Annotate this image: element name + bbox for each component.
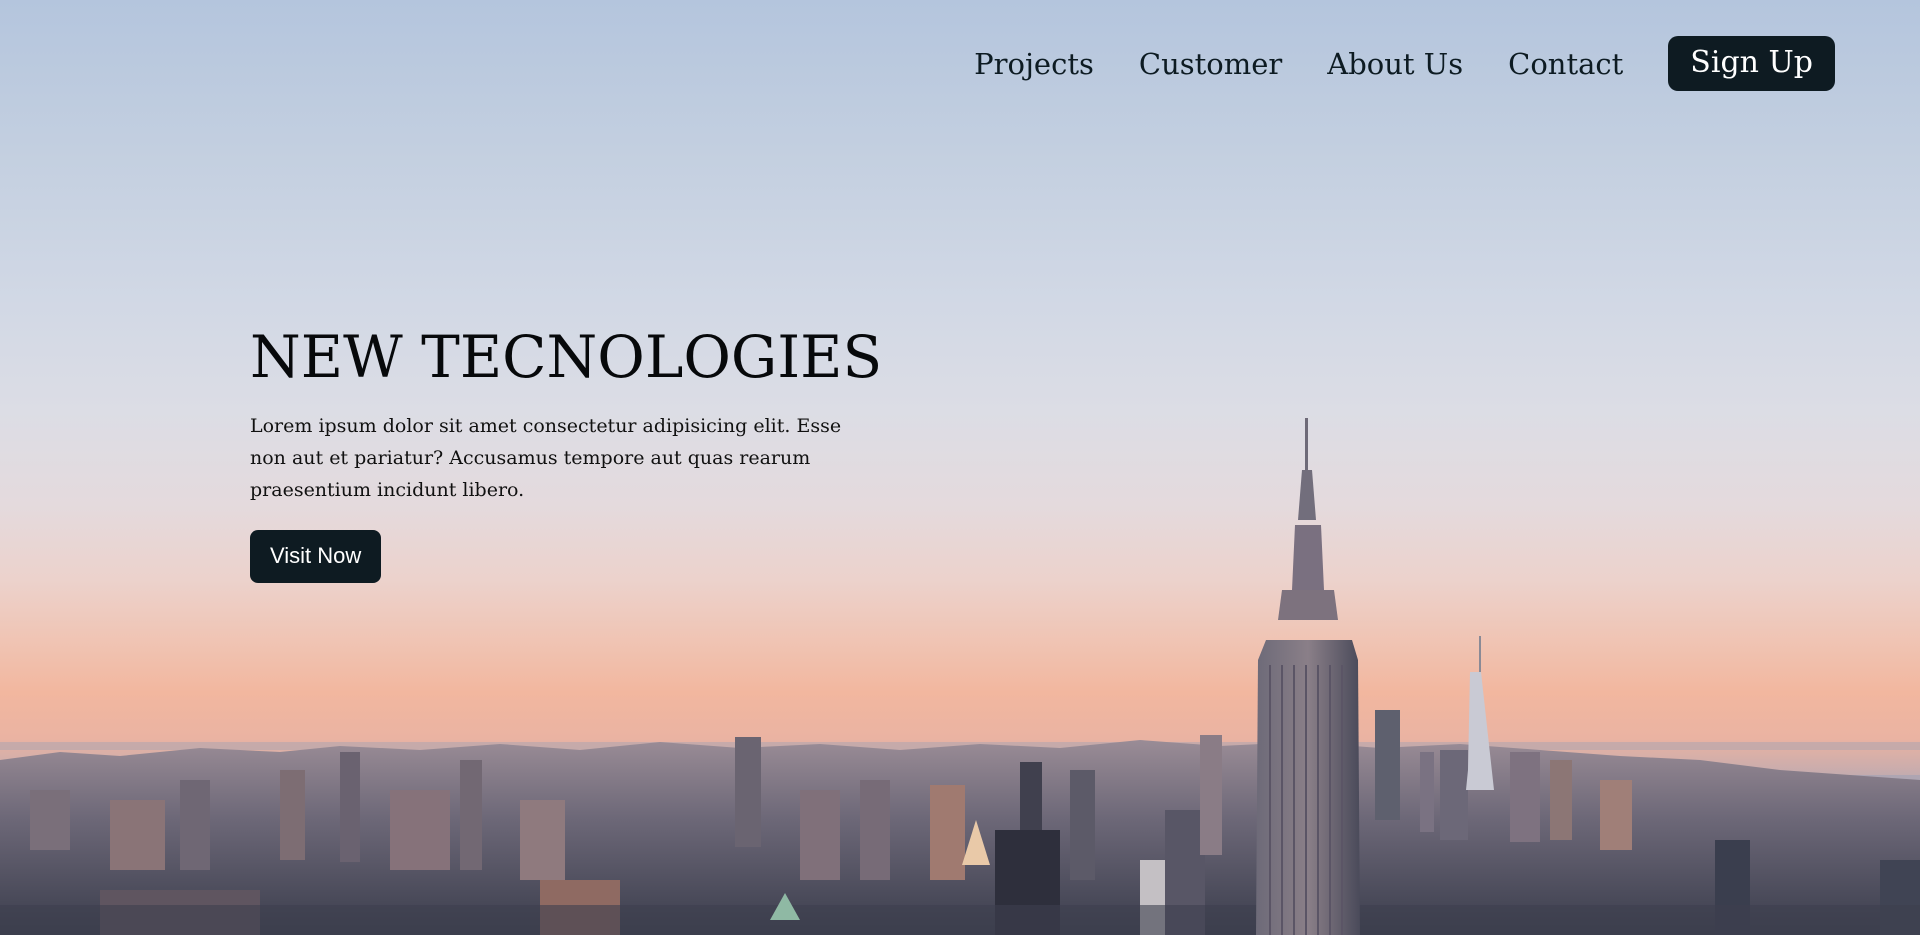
- visit-now-button[interactable]: Visit Now: [250, 530, 382, 583]
- nav-link-about-us[interactable]: About Us: [1327, 47, 1463, 81]
- hero-description: Lorem ipsum dolor sit amet consectetur a…: [250, 415, 842, 501]
- sign-up-button[interactable]: Sign Up: [1668, 36, 1835, 91]
- nav-link-customer[interactable]: Customer: [1139, 47, 1282, 81]
- nav-link-projects[interactable]: Projects: [974, 47, 1094, 81]
- nav-link-contact[interactable]: Contact: [1508, 47, 1623, 81]
- top-navigation: Projects Customer About Us Contact Sign …: [974, 36, 1835, 91]
- hero-section: NEW TECNOLOGIES Lorem ipsum dolor sit am…: [250, 318, 890, 583]
- hero-title: NEW TECNOLOGIES: [250, 323, 883, 391]
